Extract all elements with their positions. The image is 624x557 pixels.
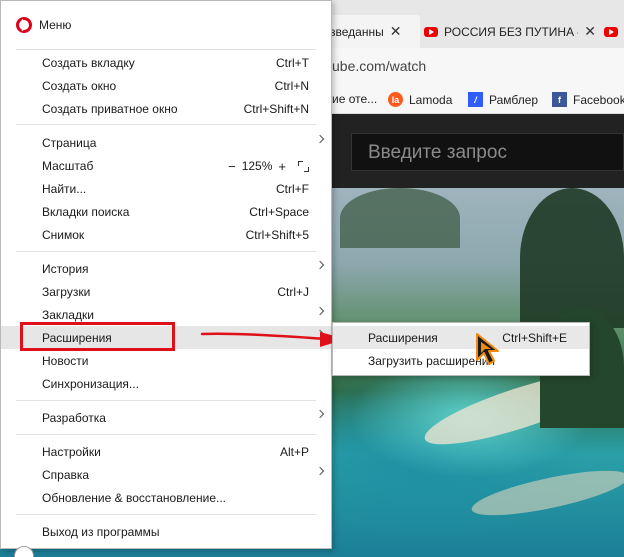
menu-item-label: Новости (42, 353, 89, 368)
menu-divider (16, 514, 316, 515)
menu-item-label: Создать приватное окно (42, 101, 178, 116)
sandbar (468, 461, 624, 525)
submenu-item-get-extensions[interactable]: Загрузить расширения (333, 349, 589, 372)
menu-item-shortcut: Ctrl+N (274, 78, 309, 93)
extensions-submenu: Расширения Ctrl+Shift+E Загрузить расшир… (332, 322, 590, 376)
close-icon[interactable]: ✕ (390, 23, 402, 40)
submenu-item-extensions[interactable]: Расширения Ctrl+Shift+E (333, 326, 589, 349)
chevron-right-icon (317, 307, 323, 317)
menu-item-update-recovery[interactable]: Обновление & восстановление... (1, 486, 331, 509)
menu-item-shortcut: Ctrl+F (276, 181, 309, 196)
menu-divider (16, 49, 316, 50)
tab-3[interactable] (600, 15, 624, 48)
tab-label: зведанны (330, 24, 384, 39)
menu-item-label: Вкладки поиска (42, 204, 130, 219)
address-input[interactable]: ube.com/watch (332, 58, 426, 74)
menu-item-label: Настройки (42, 444, 101, 459)
menu-item-shortcut: Ctrl+Shift+N (243, 101, 309, 116)
menu-item-label: Загрузки (42, 284, 91, 299)
chevron-right-icon (317, 467, 323, 477)
menu-divider (16, 434, 316, 435)
menu-item-help[interactable]: Справка (1, 463, 331, 486)
menu-divider (16, 124, 316, 125)
menu-item-label: История (42, 261, 89, 276)
bookmark-item[interactable]: ие оте... (332, 92, 377, 106)
submenu-item-label: Загрузить расширения (368, 353, 495, 368)
zoom-controls: − 125% + (228, 159, 309, 173)
menu-item-label: Снимок (42, 227, 85, 242)
zoom-in-button[interactable]: + (278, 160, 286, 173)
menu-item-downloads[interactable]: Загрузки Ctrl+J (1, 280, 331, 303)
fullscreen-icon[interactable] (298, 160, 309, 172)
chevron-right-icon (317, 261, 323, 271)
tab-1[interactable]: зведанны ✕ (330, 15, 420, 48)
menu-title: Меню (39, 18, 72, 32)
menu-item-search-tabs[interactable]: Вкладки поиска Ctrl+Space (1, 200, 331, 223)
menu-item-label: Обновление & восстановление... (42, 490, 226, 505)
zoom-level: 125% (241, 159, 273, 173)
cursor-pointer-icon (476, 333, 499, 365)
opera-logo-icon (16, 17, 32, 33)
palm-trees (520, 188, 624, 328)
menu-item-find[interactable]: Найти... Ctrl+F (1, 177, 331, 200)
menu-item-shortcut: Ctrl+Space (249, 204, 309, 219)
menu-item-shortcut: Ctrl+Shift+5 (245, 227, 309, 242)
menu-item-history[interactable]: История (1, 257, 331, 280)
tab-2[interactable]: РОССИЯ БЕЗ ПУТИНА – ✕ (420, 15, 596, 48)
menu-item-shortcut: Ctrl+J (277, 284, 309, 299)
lamoda-icon: la (388, 92, 403, 107)
youtube-icon (604, 26, 618, 37)
annotation-highlight-box (20, 322, 175, 351)
menu-item-label: Страница (42, 135, 97, 150)
menu-item-exit[interactable]: Выход из программы (1, 520, 331, 543)
menu-item-settings[interactable]: Настройки Alt+P (1, 440, 331, 463)
menu-item-label: Синхронизация... (42, 376, 139, 391)
chevron-right-icon (317, 410, 323, 420)
menu-item-label: Создать вкладку (42, 55, 135, 70)
menu-item-label: Выход из программы (42, 524, 160, 539)
menu-item-new-window[interactable]: Создать окно Ctrl+N (1, 74, 331, 97)
menu-item-new-tab[interactable]: Создать вкладку Ctrl+T (1, 51, 331, 74)
menu-header[interactable]: Меню (1, 1, 331, 49)
chevron-right-icon (317, 135, 323, 145)
menu-item-label: Найти... (42, 181, 87, 196)
menu-item-label: Закладки (42, 307, 94, 322)
bookmark-label: Lamoda (409, 92, 453, 107)
menu-item-snapshot[interactable]: Снимок Ctrl+Shift+5 (1, 223, 331, 246)
bookmark-lamoda[interactable]: la Lamoda (388, 92, 452, 107)
rambler-icon: / (468, 92, 483, 107)
menu-item-news[interactable]: Новости (1, 349, 331, 372)
submenu-item-shortcut: Ctrl+Shift+E (502, 330, 567, 345)
bookmark-facebook[interactable]: f Facebook (552, 92, 624, 107)
menu-item-private-window[interactable]: Создать приватное окно Ctrl+Shift+N (1, 97, 331, 120)
close-icon[interactable]: ✕ (584, 23, 596, 40)
tab-label: РОССИЯ БЕЗ ПУТИНА – (444, 24, 579, 39)
menu-item-sync[interactable]: Синхронизация... (1, 372, 331, 395)
youtube-icon (424, 26, 438, 37)
menu-divider (16, 251, 316, 252)
menu-item-label: Справка (42, 467, 90, 482)
menu-item-zoom: Масштаб − 125% + (1, 154, 331, 177)
menu-item-developer[interactable]: Разработка (1, 406, 331, 429)
menu-item-page[interactable]: Страница (1, 131, 331, 154)
menu-item-shortcut: Alt+P (279, 444, 309, 459)
zoom-out-button[interactable]: − (228, 160, 236, 173)
annotation-arrow-icon (200, 332, 346, 347)
bookmark-rambler[interactable]: / Рамблер (468, 92, 538, 107)
menu-item-label: Разработка (42, 410, 106, 425)
bookmark-label: Facebook (573, 92, 624, 107)
youtube-search-input[interactable]: Введите запрос (351, 133, 624, 171)
bookmark-label: ие оте... (332, 92, 378, 106)
palm-trees (340, 188, 460, 248)
facebook-icon: f (552, 92, 567, 107)
opera-main-menu: Меню Создать вкладку Ctrl+T Создать окно… (0, 0, 332, 549)
menu-divider (16, 400, 316, 401)
menu-item-label: Создать окно (42, 78, 117, 93)
bookmark-label: Рамблер (489, 92, 539, 107)
menu-item-shortcut: Ctrl+T (276, 55, 309, 70)
